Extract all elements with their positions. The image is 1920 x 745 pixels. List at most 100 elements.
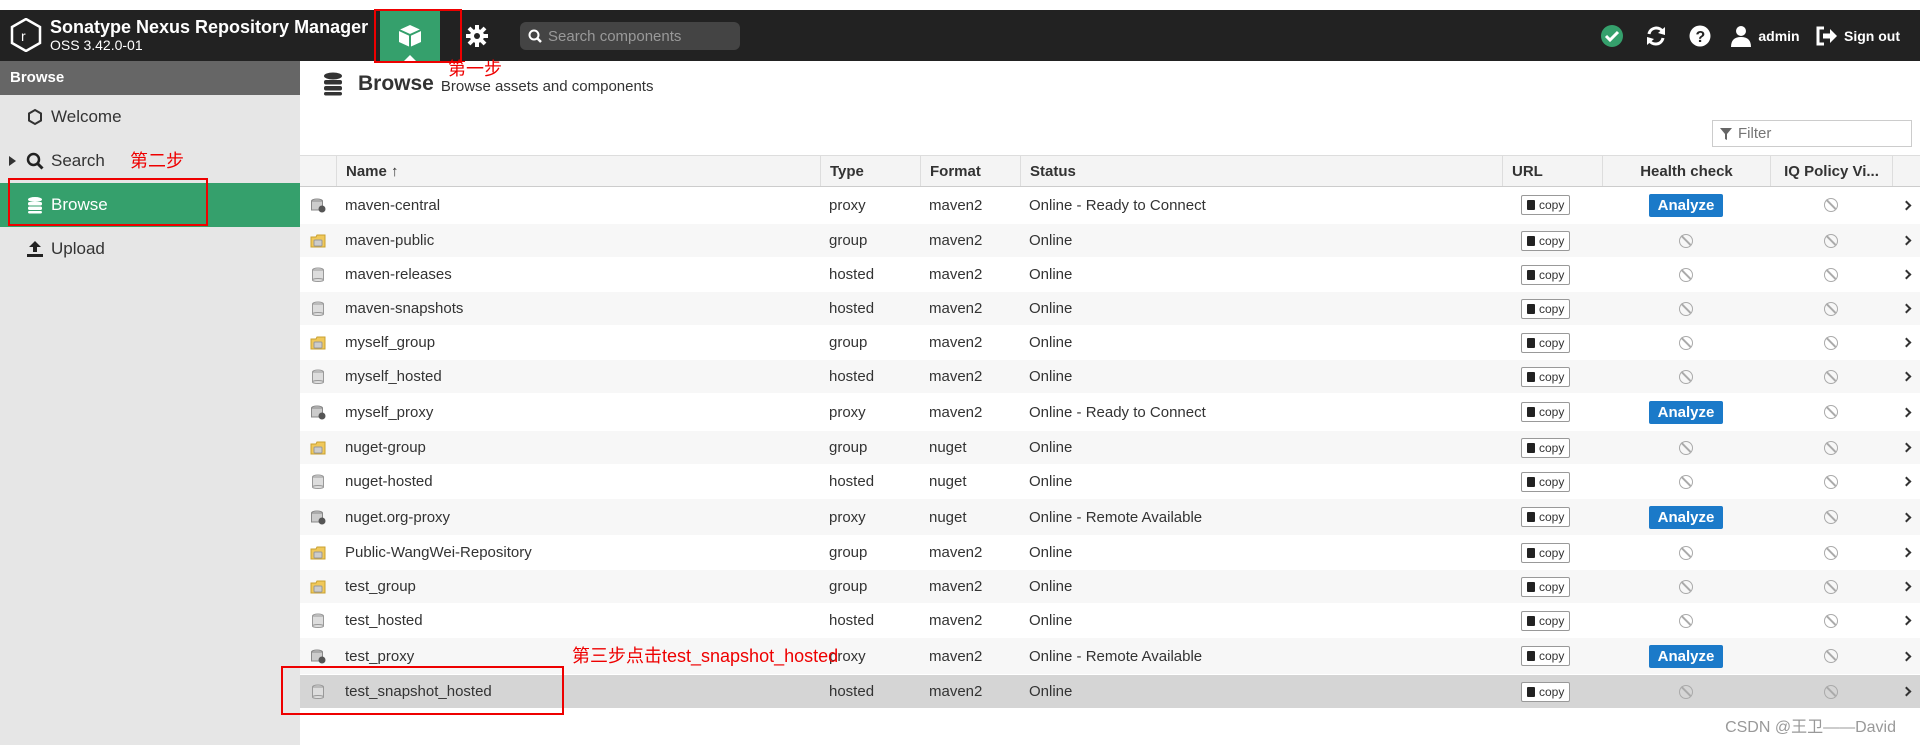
copy-url-button[interactable]: copy	[1521, 230, 1571, 251]
copy-url-button[interactable]: copy	[1521, 471, 1571, 492]
copy-url-button[interactable]: copy	[1521, 542, 1571, 563]
row-arrow[interactable]	[1892, 570, 1920, 603]
table-row[interactable]: nuget-group group nuget Online copy	[300, 431, 1920, 465]
sidebar-item-label: Welcome	[51, 107, 122, 126]
annotation-step1: 第一步	[448, 59, 502, 79]
copy-url-button[interactable]: copy	[1521, 646, 1571, 666]
copy-url-button[interactable]: copy	[1521, 437, 1571, 458]
sidebar-item-welcome[interactable]: Welcome	[0, 95, 300, 139]
repo-format: maven2	[929, 266, 983, 283]
repo-name[interactable]: nuget-hosted	[336, 465, 820, 498]
table-row[interactable]: test_hosted hosted maven2 Online copy	[300, 604, 1920, 638]
copy-url-button[interactable]: copy	[1521, 402, 1571, 422]
expand-arrow-icon[interactable]	[9, 156, 16, 166]
health-check-cell	[1602, 536, 1770, 569]
repo-format: nuget	[929, 508, 967, 526]
repo-name[interactable]: maven-public	[336, 224, 820, 257]
sign-out-button[interactable]: Sign out	[1808, 10, 1920, 61]
row-arrow[interactable]	[1892, 258, 1920, 291]
copy-url-button[interactable]: copy	[1521, 681, 1571, 702]
help-button[interactable]: ?	[1678, 10, 1722, 61]
row-arrow[interactable]	[1892, 638, 1920, 674]
table-row[interactable]: maven-public group maven2 Online copy	[300, 224, 1920, 258]
nexus-logo-icon: r	[10, 18, 42, 52]
copy-url-button[interactable]: copy	[1521, 298, 1571, 319]
repo-name[interactable]: myself_hosted	[336, 360, 820, 393]
column-header-name[interactable]: Name ↑	[336, 156, 820, 186]
iq-policy-cell	[1770, 465, 1892, 498]
repo-name[interactable]: test_group	[336, 570, 820, 603]
disabled-icon	[1824, 440, 1838, 455]
row-arrow[interactable]	[1892, 536, 1920, 569]
column-header-format[interactable]: Format	[920, 156, 1020, 186]
analyze-button[interactable]: Analyze	[1648, 644, 1724, 668]
table-row[interactable]: myself_proxy proxy maven2 Online - Ready to…	[300, 394, 1920, 431]
admin-mode-button[interactable]	[457, 10, 497, 61]
analyze-button[interactable]: Analyze	[1648, 400, 1724, 424]
repo-name[interactable]: maven-snapshots	[336, 292, 820, 325]
column-header-health[interactable]: Health check	[1602, 156, 1770, 186]
repo-name[interactable]: test_hosted	[336, 604, 820, 637]
system-status-button[interactable]	[1590, 10, 1634, 61]
row-arrow[interactable]	[1892, 394, 1920, 430]
copy-url-button[interactable]: copy	[1521, 576, 1571, 597]
row-arrow[interactable]	[1892, 326, 1920, 359]
row-arrow[interactable]	[1892, 675, 1920, 708]
repo-type-icon-cell	[300, 187, 336, 223]
repo-type-icon-cell	[300, 394, 336, 430]
search-box[interactable]	[520, 22, 740, 50]
copy-url-button[interactable]: copy	[1521, 195, 1571, 215]
row-arrow[interactable]	[1892, 292, 1920, 325]
row-arrow[interactable]	[1892, 360, 1920, 393]
analyze-button[interactable]: Analyze	[1648, 193, 1724, 217]
iq-policy-cell	[1770, 224, 1892, 257]
row-arrow[interactable]	[1892, 604, 1920, 637]
refresh-icon	[1647, 25, 1665, 46]
row-arrow[interactable]	[1892, 224, 1920, 257]
row-arrow[interactable]	[1892, 465, 1920, 498]
row-arrow[interactable]	[1892, 431, 1920, 464]
copy-url-button[interactable]: copy	[1521, 332, 1571, 353]
table-row[interactable]: myself_group group maven2 Online copy	[300, 326, 1920, 360]
table-row[interactable]: nuget-hosted hosted nuget Online copy	[300, 465, 1920, 499]
table-row[interactable]: maven-releases hosted maven2 Online copy	[300, 258, 1920, 292]
filter-box[interactable]	[1712, 120, 1912, 147]
analyze-button[interactable]: Analyze	[1648, 505, 1724, 529]
repo-format: maven2	[929, 300, 983, 317]
table-row[interactable]: maven-snapshots hosted maven2 Online copy	[300, 292, 1920, 326]
repo-name[interactable]: nuget.org-proxy	[336, 499, 820, 535]
repo-name[interactable]: maven-central	[336, 187, 820, 223]
repo-name[interactable]: Public-WangWei-Repository	[336, 536, 820, 569]
table-row[interactable]: nuget.org-proxy proxy nuget Online - Remote…	[300, 499, 1920, 536]
user-button[interactable]: admin	[1722, 10, 1808, 61]
table-row[interactable]: test_group group maven2 Online copy	[300, 570, 1920, 604]
repo-name[interactable]: myself_proxy	[336, 394, 820, 430]
table-row[interactable]: myself_hosted hosted maven2 Online copy	[300, 360, 1920, 394]
repo-name[interactable]: nuget-group	[336, 431, 820, 464]
search-input[interactable]	[548, 27, 733, 45]
copy-url-button[interactable]: copy	[1521, 264, 1571, 285]
hosted-repo-icon	[312, 474, 324, 489]
column-header-type[interactable]: Type	[820, 156, 920, 186]
repo-status: Online - Remote Available	[1029, 508, 1203, 526]
disabled-icon	[1824, 579, 1838, 594]
iq-policy-cell	[1770, 675, 1892, 708]
sidebar-item-upload[interactable]: Upload	[0, 227, 300, 271]
table-row[interactable]: Public-WangWei-Repository group maven2 Onli…	[300, 536, 1920, 570]
row-arrow[interactable]	[1892, 499, 1920, 535]
repo-type-icon-cell	[300, 536, 336, 569]
row-arrow[interactable]	[1892, 187, 1920, 223]
copy-url-button[interactable]: copy	[1521, 507, 1571, 527]
column-header-iq[interactable]: IQ Policy Vi...	[1770, 156, 1892, 186]
column-header-url[interactable]: URL	[1502, 156, 1602, 186]
copy-url-button[interactable]: copy	[1521, 366, 1571, 387]
repo-name[interactable]: myself_group	[336, 326, 820, 359]
copy-url-button[interactable]: copy	[1521, 610, 1571, 631]
column-header-status[interactable]: Status	[1020, 156, 1502, 186]
disabled-icon	[1824, 474, 1838, 489]
filter-input[interactable]	[1738, 125, 1908, 142]
header-tools: ? admin Sign out	[1590, 10, 1920, 61]
table-row[interactable]: maven-central proxy maven2 Online - Ready t…	[300, 187, 1920, 224]
refresh-button[interactable]	[1634, 10, 1678, 61]
repo-name[interactable]: maven-releases	[336, 258, 820, 291]
